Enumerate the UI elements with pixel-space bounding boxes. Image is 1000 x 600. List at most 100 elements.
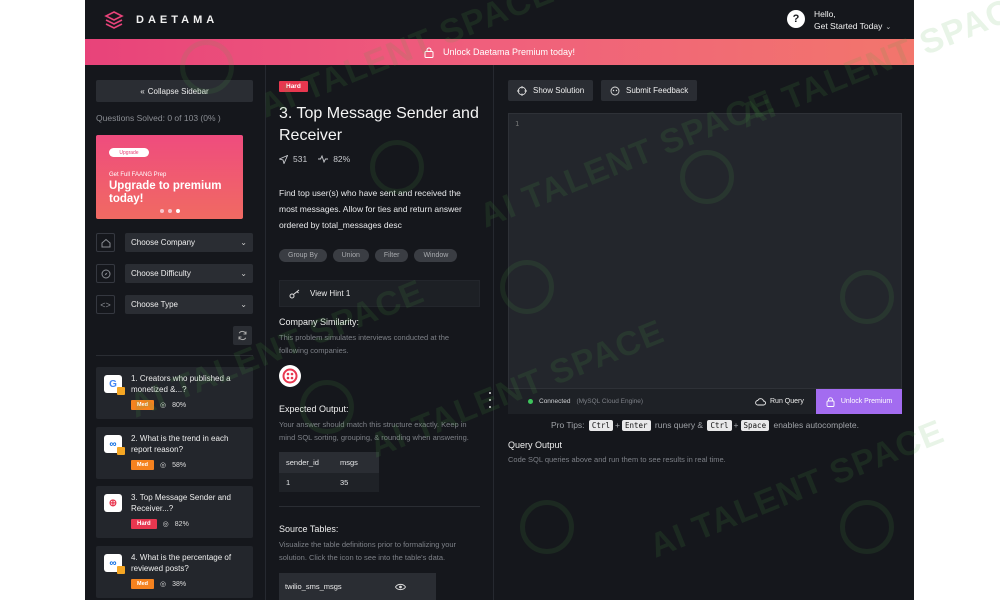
run-query-label: Run Query (770, 398, 804, 405)
user-menu-label: Get Started Today (814, 21, 883, 31)
plus-sign: + (614, 420, 620, 430)
sql-code-editor[interactable]: 1 (508, 113, 902, 389)
lock-icon (826, 396, 835, 407)
tag-list: Group By Union Filter Window (279, 249, 458, 262)
type-select-label: Choose Type (131, 300, 178, 309)
tag-union[interactable]: Union (332, 249, 369, 262)
carousel-dot-active[interactable] (176, 209, 180, 213)
difficulty-badge: Med (131, 579, 154, 589)
success-rate: 58% (172, 461, 187, 469)
table-header-row: sender_id msgs (279, 452, 379, 473)
brand-name: DAETAMA (136, 14, 219, 26)
run-query-button[interactable]: Run Query (755, 389, 804, 414)
promo-subtitle: Get Full FAANG Prep (109, 172, 167, 178)
company-select-label: Choose Company (131, 238, 196, 247)
difficulty-select-label: Choose Difficulty (131, 269, 191, 278)
success-rate: 82% (174, 520, 189, 528)
lock-icon (424, 47, 434, 58)
lock-icon (117, 447, 125, 455)
feedback-icon (610, 86, 620, 95)
crosshair-icon (517, 85, 527, 96)
company-similarity-desc: This problem simulates interviews conduc… (279, 333, 450, 355)
upgrade-promo-card[interactable]: Upgrade Get Full FAANG Prep Upgrade to p… (96, 135, 243, 219)
upgrade-pill[interactable]: Upgrade (109, 148, 149, 157)
source-table-name: twilio_sms_msgs (285, 582, 342, 591)
tag-group-by[interactable]: Group By (279, 249, 327, 262)
refresh-icon (238, 330, 247, 341)
expected-output-title: Expected Output: (279, 404, 349, 414)
question-description: Find top user(s) who have sent and recei… (279, 188, 462, 230)
check-circle-icon: ◎ (160, 402, 167, 409)
view-hint-label: View Hint 1 (310, 289, 351, 298)
source-table-row[interactable]: twilio_sms_msgs (279, 573, 436, 600)
table-cell: 35 (333, 473, 379, 492)
collapse-sidebar-label: Collapse Sidebar (147, 86, 209, 96)
filter-type-row: <> Choose Type ⌄ (96, 295, 253, 314)
premium-banner[interactable]: Unlock Daetama Premium today! (85, 39, 914, 65)
check-circle-icon: ◎ (160, 462, 167, 469)
collapse-sidebar-button[interactable]: « Collapse Sidebar (96, 80, 253, 102)
question-panel: Hard 3. Top Message Sender and Receiver … (266, 65, 494, 600)
send-icon (279, 154, 288, 164)
difficulty-badge: Hard (131, 519, 157, 529)
question-list-item[interactable]: ∞ 4. What is the percentage of reviewed … (96, 546, 253, 598)
refresh-button[interactable] (233, 326, 252, 345)
question-list-item[interactable]: G 1. Creators who published a monetized … (96, 367, 253, 419)
difficulty-select[interactable]: Choose Difficulty ⌄ (125, 264, 253, 283)
show-solution-button[interactable]: Show Solution (508, 80, 594, 101)
cloud-icon (755, 398, 766, 406)
top-nav: DAETAMA ? Hello, Get Started Today ⌄ (85, 0, 914, 39)
lock-icon (117, 387, 125, 395)
company-select[interactable]: Choose Company ⌄ (125, 233, 253, 252)
question-list-item-active[interactable]: ⊕ 3. Top Message Sender and Receiver...?… (96, 486, 253, 538)
pro-tips: Pro Tips: Ctrl + Enter runs query & Ctrl + S… (508, 420, 902, 431)
divider (96, 355, 253, 356)
carousel-dot[interactable] (160, 209, 164, 213)
show-solution-label: Show Solution (533, 86, 585, 95)
sidebar: « Collapse Sidebar Questions Solved: 0 o… (85, 65, 266, 600)
user-greeting: Hello, (814, 9, 836, 19)
tag-filter[interactable]: Filter (374, 249, 409, 262)
unlock-premium-button[interactable]: Unlock Premium (816, 389, 902, 414)
question-title: 4. What is the percentage of reviewed po… (131, 553, 232, 573)
user-menu[interactable]: Hello, Get Started Today ⌄ (814, 8, 891, 34)
carousel-dots (160, 209, 180, 213)
help-button[interactable]: ? (787, 10, 805, 28)
lock-icon (117, 566, 125, 574)
question-list-item[interactable]: ∞ 2. What is the trend in each report re… (96, 427, 253, 479)
question-title: 2. What is the trend in each report reas… (131, 434, 229, 454)
banner-text: Unlock Daetama Premium today! (442, 47, 576, 57)
divider (279, 506, 480, 507)
submission-count: 531 (293, 154, 308, 164)
run-bar: Connected (MySQL Cloud Engine) Run Query… (508, 389, 902, 414)
protips-prefix: Pro Tips: (551, 420, 585, 430)
success-rate: 82% (333, 154, 351, 164)
panel-resize-handle[interactable] (489, 392, 491, 408)
code-icon: <> (96, 295, 115, 314)
home-icon (96, 233, 115, 252)
twilio-icon (282, 368, 298, 384)
engine-label: (MySQL Cloud Engine) (576, 398, 644, 405)
question-stats: 531 82% (279, 154, 350, 164)
tag-window[interactable]: Window (414, 249, 458, 262)
type-select[interactable]: Choose Type ⌄ (125, 295, 253, 314)
question-title: 3. Top Message Sender and Receiver (279, 105, 479, 144)
view-hint-button[interactable]: View Hint 1 (279, 280, 480, 307)
submit-feedback-button[interactable]: Submit Feedback (601, 80, 698, 101)
logo-icon (104, 11, 124, 29)
questions-solved-text: Questions Solved: 0 of 103 (0% ) (96, 113, 221, 123)
editor-panel: Show Solution Submit Feedback 1 Connecte… (495, 65, 914, 600)
carousel-dot[interactable] (168, 209, 172, 213)
question-meta: Med ◎ 80% (131, 400, 186, 410)
key-space: Space (740, 420, 770, 431)
eye-icon[interactable] (395, 583, 406, 591)
connection-status: Connected (MySQL Cloud Engine) (528, 398, 643, 405)
key-icon (289, 289, 300, 298)
key-ctrl: Ctrl (707, 420, 732, 431)
app-window: DAETAMA ? Hello, Get Started Today ⌄ Unlo… (85, 0, 914, 600)
check-circle-icon: ◎ (162, 521, 169, 528)
twilio-logo[interactable] (279, 365, 301, 387)
logo[interactable]: DAETAMA (104, 10, 218, 30)
expected-output-table: sender_id msgs 1 35 (279, 452, 379, 492)
column-header: sender_id (279, 452, 333, 473)
